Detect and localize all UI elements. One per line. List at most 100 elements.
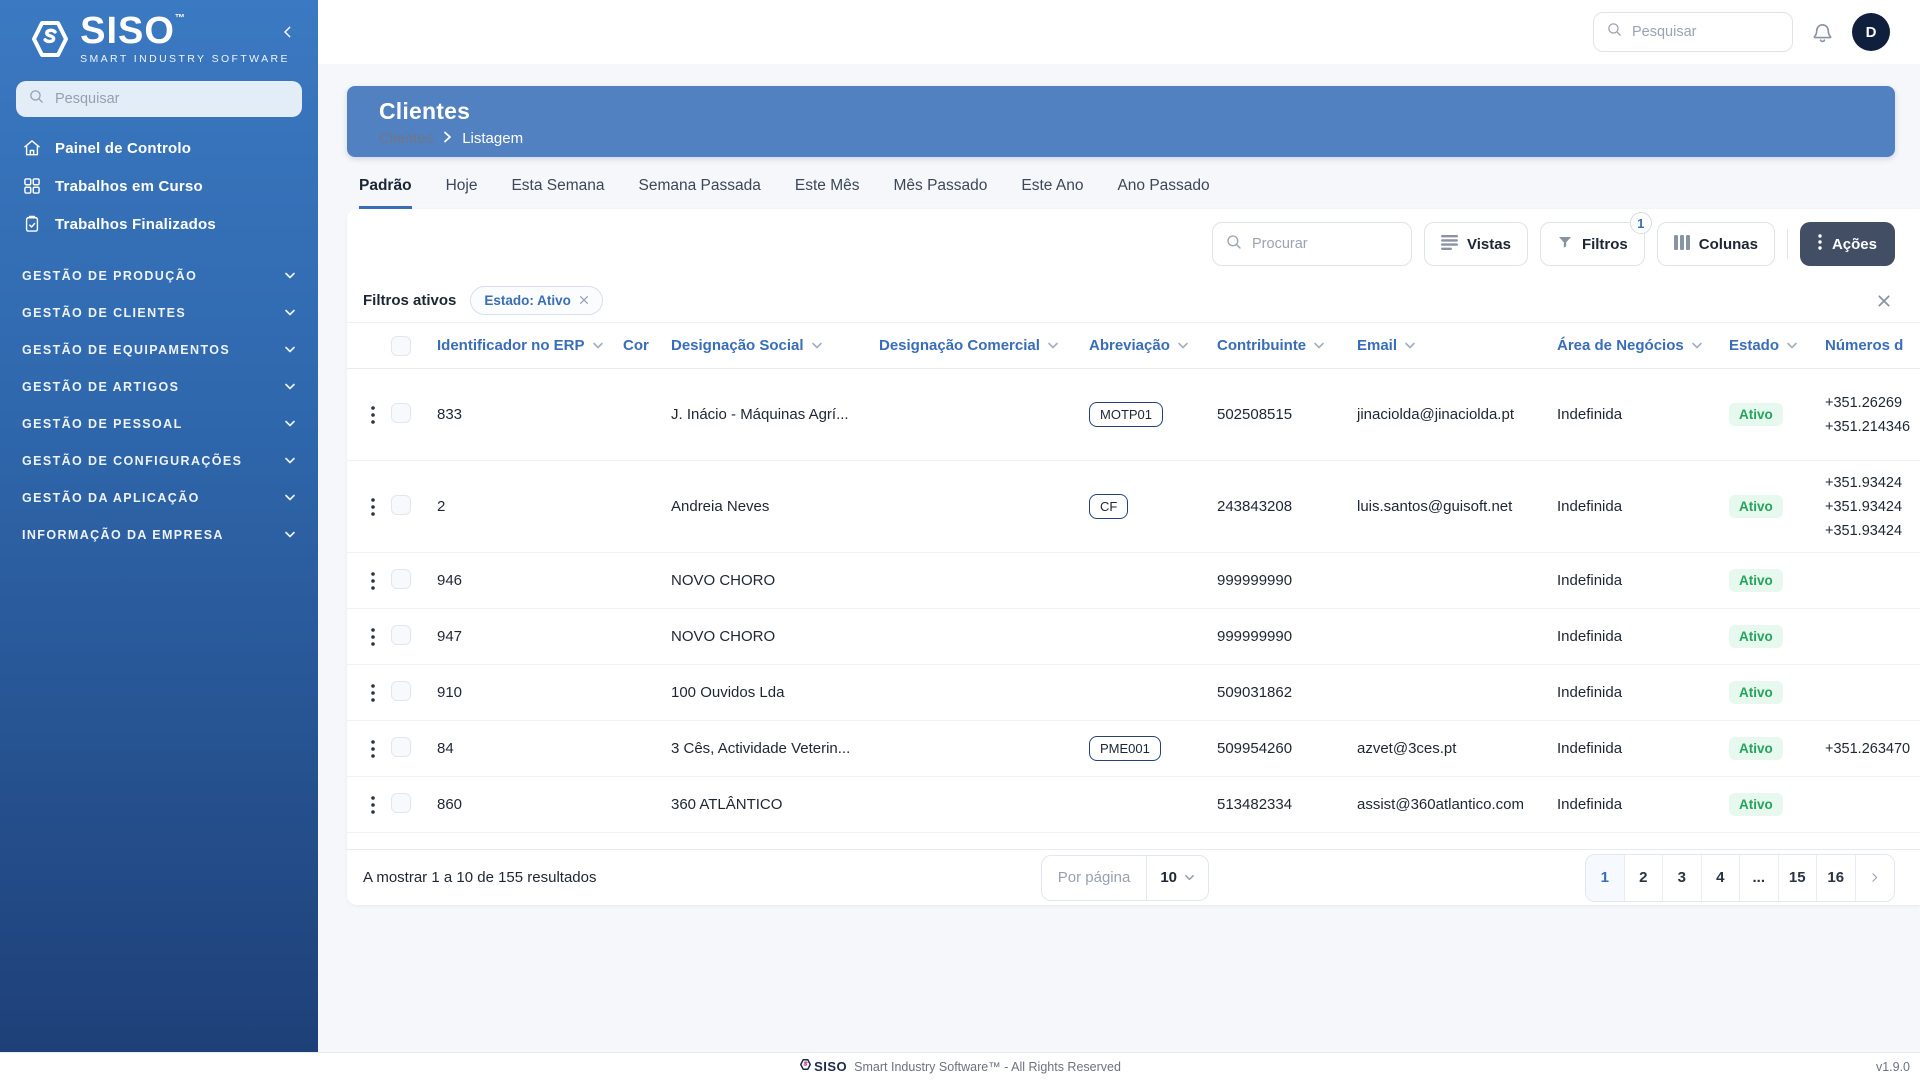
- cell-email: luis.santos@guisoft.net: [1357, 498, 1513, 515]
- table-row-partial: [347, 833, 1920, 849]
- tab-mes-passado[interactable]: Mês Passado: [893, 177, 987, 209]
- sidebar-section-informacao-da-empresa[interactable]: INFORMAÇÃO DA EMPRESA: [0, 516, 318, 553]
- row-checkbox[interactable]: [391, 568, 411, 589]
- tab-padrao[interactable]: Padrão: [359, 177, 412, 209]
- column-header-designacao-social[interactable]: Designação Social: [671, 337, 879, 354]
- notifications-bell-icon[interactable]: [1811, 21, 1834, 44]
- sidebar-section-gestao-de-equipamentos[interactable]: GESTÃO DE EQUIPAMENTOS: [0, 331, 318, 368]
- page-button-2[interactable]: 2: [1624, 854, 1663, 901]
- sidebar-search-input[interactable]: [55, 91, 290, 107]
- row-menu-button[interactable]: [355, 627, 391, 646]
- row-menu-button[interactable]: [355, 497, 391, 516]
- page-button-16[interactable]: 16: [1817, 854, 1856, 901]
- cell-area-negocios: Indefinida: [1557, 406, 1623, 423]
- column-header-area-de-negocios[interactable]: Área de Negócios: [1557, 337, 1729, 354]
- search-icon: [1225, 233, 1243, 256]
- cell-identificador: 947: [437, 628, 463, 645]
- filtros-button[interactable]: Filtros 1: [1539, 212, 1652, 266]
- tab-este-ano[interactable]: Este Ano: [1021, 177, 1083, 209]
- sidebar-item-trabalhos-em-curso[interactable]: Trabalhos em Curso: [0, 167, 318, 205]
- user-avatar[interactable]: D: [1852, 13, 1890, 51]
- global-search[interactable]: [1593, 12, 1793, 52]
- colunas-button[interactable]: Colunas: [1656, 222, 1775, 266]
- views-list-icon: [1441, 234, 1458, 254]
- sidebar-section-gestao-de-configuracoes[interactable]: GESTÃO DE CONFIGURAÇÕES: [0, 442, 318, 479]
- app-window: SISO™ SMART INDUSTRY SOFTWARE Painel de …: [0, 0, 1920, 1052]
- row-checkbox[interactable]: [391, 680, 411, 701]
- pagination-bar: A mostrar 1 a 10 de 155 resultados Por p…: [347, 849, 1920, 905]
- row-menu-button[interactable]: [355, 683, 391, 702]
- sidebar-section-label: GESTÃO DE EQUIPAMENTOS: [22, 342, 231, 357]
- chevron-down-icon: [284, 267, 296, 285]
- sidebar-collapse-button[interactable]: [280, 24, 296, 45]
- footer-siso-logo: SISO: [799, 1058, 847, 1076]
- column-header-estado[interactable]: Estado: [1729, 337, 1825, 354]
- row-checkbox[interactable]: [391, 736, 411, 757]
- row-menu-button[interactable]: [355, 405, 391, 424]
- page-button-1[interactable]: 1: [1586, 854, 1625, 901]
- sidebar-section-gestao-da-aplicacao[interactable]: GESTÃO DA APLICAÇÃO: [0, 479, 318, 516]
- search-icon: [28, 88, 45, 110]
- page-button-4[interactable]: 4: [1701, 854, 1740, 901]
- tab-semana-passada[interactable]: Semana Passada: [639, 177, 761, 209]
- column-header-identificador-no-erp[interactable]: Identificador no ERP: [437, 337, 623, 354]
- select-all-checkbox[interactable]: [391, 335, 411, 356]
- column-header-contribuinte[interactable]: Contribuinte: [1217, 337, 1357, 354]
- sidebar-section-gestao-de-pessoal[interactable]: GESTÃO DE PESSOAL: [0, 405, 318, 442]
- table-search-input[interactable]: [1252, 236, 1399, 252]
- sidebar-item-painel-de-controlo[interactable]: Painel de Controlo: [0, 129, 318, 167]
- cell-designacao-social: J. Inácio - Máquinas Agrí...: [671, 406, 849, 423]
- siso-logo: SISO ™ SMART INDUSTRY SOFTWARE: [28, 12, 290, 65]
- sidebar-section-gestao-de-artigos[interactable]: GESTÃO DE ARTIGOS: [0, 368, 318, 405]
- filtros-label: Filtros: [1581, 235, 1628, 253]
- row-menu-button[interactable]: [355, 795, 391, 814]
- tab-ano-passado[interactable]: Ano Passado: [1117, 177, 1209, 209]
- column-header-label: Email: [1357, 337, 1398, 354]
- brand-name: SISO ™: [80, 10, 186, 52]
- row-checkbox[interactable]: [391, 624, 411, 645]
- tab-este-mes[interactable]: Este Mês: [795, 177, 860, 209]
- sidebar-item-trabalhos-finalizados[interactable]: Trabalhos Finalizados: [0, 205, 318, 243]
- cell-designacao-social: NOVO CHORO: [671, 572, 776, 589]
- sidebar-search[interactable]: [16, 81, 302, 117]
- row-menu-button[interactable]: [355, 739, 391, 758]
- page-button-3[interactable]: 3: [1663, 854, 1702, 901]
- row-checkbox[interactable]: [391, 792, 411, 813]
- table-row: 84 3 Cês, Actividade Veterin... PME001 5099…: [347, 721, 1920, 777]
- breadcrumb-root[interactable]: Clientes: [379, 130, 433, 147]
- column-header-designacao-comercial[interactable]: Designação Comercial: [879, 337, 1089, 354]
- page-title: Clientes: [379, 98, 471, 124]
- column-header-abreviacao[interactable]: Abreviação: [1089, 337, 1217, 354]
- row-checkbox[interactable]: [391, 402, 411, 423]
- sidebar-logo-row: SISO ™ SMART INDUSTRY SOFTWARE: [0, 0, 318, 65]
- row-menu-button[interactable]: [355, 571, 391, 590]
- chevron-down-icon: [284, 341, 296, 359]
- copyright-text: Smart Industry Software™ - All Rights Re…: [854, 1059, 1121, 1074]
- chevron-down-icon: [284, 304, 296, 322]
- sidebar-section-gestao-de-clientes[interactable]: GESTÃO DE CLIENTES: [0, 294, 318, 331]
- column-header-email[interactable]: Email: [1357, 337, 1557, 354]
- table-search[interactable]: [1212, 222, 1412, 266]
- acoes-label: Ações: [1831, 235, 1877, 253]
- page-banner: Clientes Clientes Listagem: [347, 86, 1895, 157]
- global-search-input[interactable]: [1632, 24, 1780, 40]
- per-page-select[interactable]: 10: [1147, 869, 1208, 886]
- tab-esta-semana[interactable]: Esta Semana: [511, 177, 604, 209]
- remove-filter-icon[interactable]: [579, 293, 589, 308]
- filter-chip-estado-ativo[interactable]: Estado: Ativo: [470, 286, 603, 315]
- abreviacao-chip: CF: [1089, 494, 1129, 519]
- cell-designacao-social: 100 Ouvidos Lda: [671, 684, 785, 701]
- close-filters-icon[interactable]: [1873, 290, 1895, 312]
- acoes-button[interactable]: Ações: [1799, 222, 1895, 266]
- tab-hoje[interactable]: Hoje: [446, 177, 478, 209]
- page-button-15[interactable]: 15: [1778, 854, 1817, 901]
- next-page-button[interactable]: [1855, 854, 1894, 901]
- vistas-button[interactable]: Vistas: [1424, 222, 1528, 266]
- page-button-[interactable]: ...: [1740, 854, 1779, 901]
- row-checkbox[interactable]: [391, 494, 411, 515]
- vistas-label: Vistas: [1467, 235, 1511, 253]
- cell-email: assist@360atlantico.com: [1357, 796, 1524, 813]
- estado-badge: Ativo: [1729, 681, 1783, 704]
- sidebar-section-gestao-de-producao[interactable]: GESTÃO DE PRODUÇÃO: [0, 257, 318, 294]
- phone-number: +351.93424: [1825, 498, 1903, 515]
